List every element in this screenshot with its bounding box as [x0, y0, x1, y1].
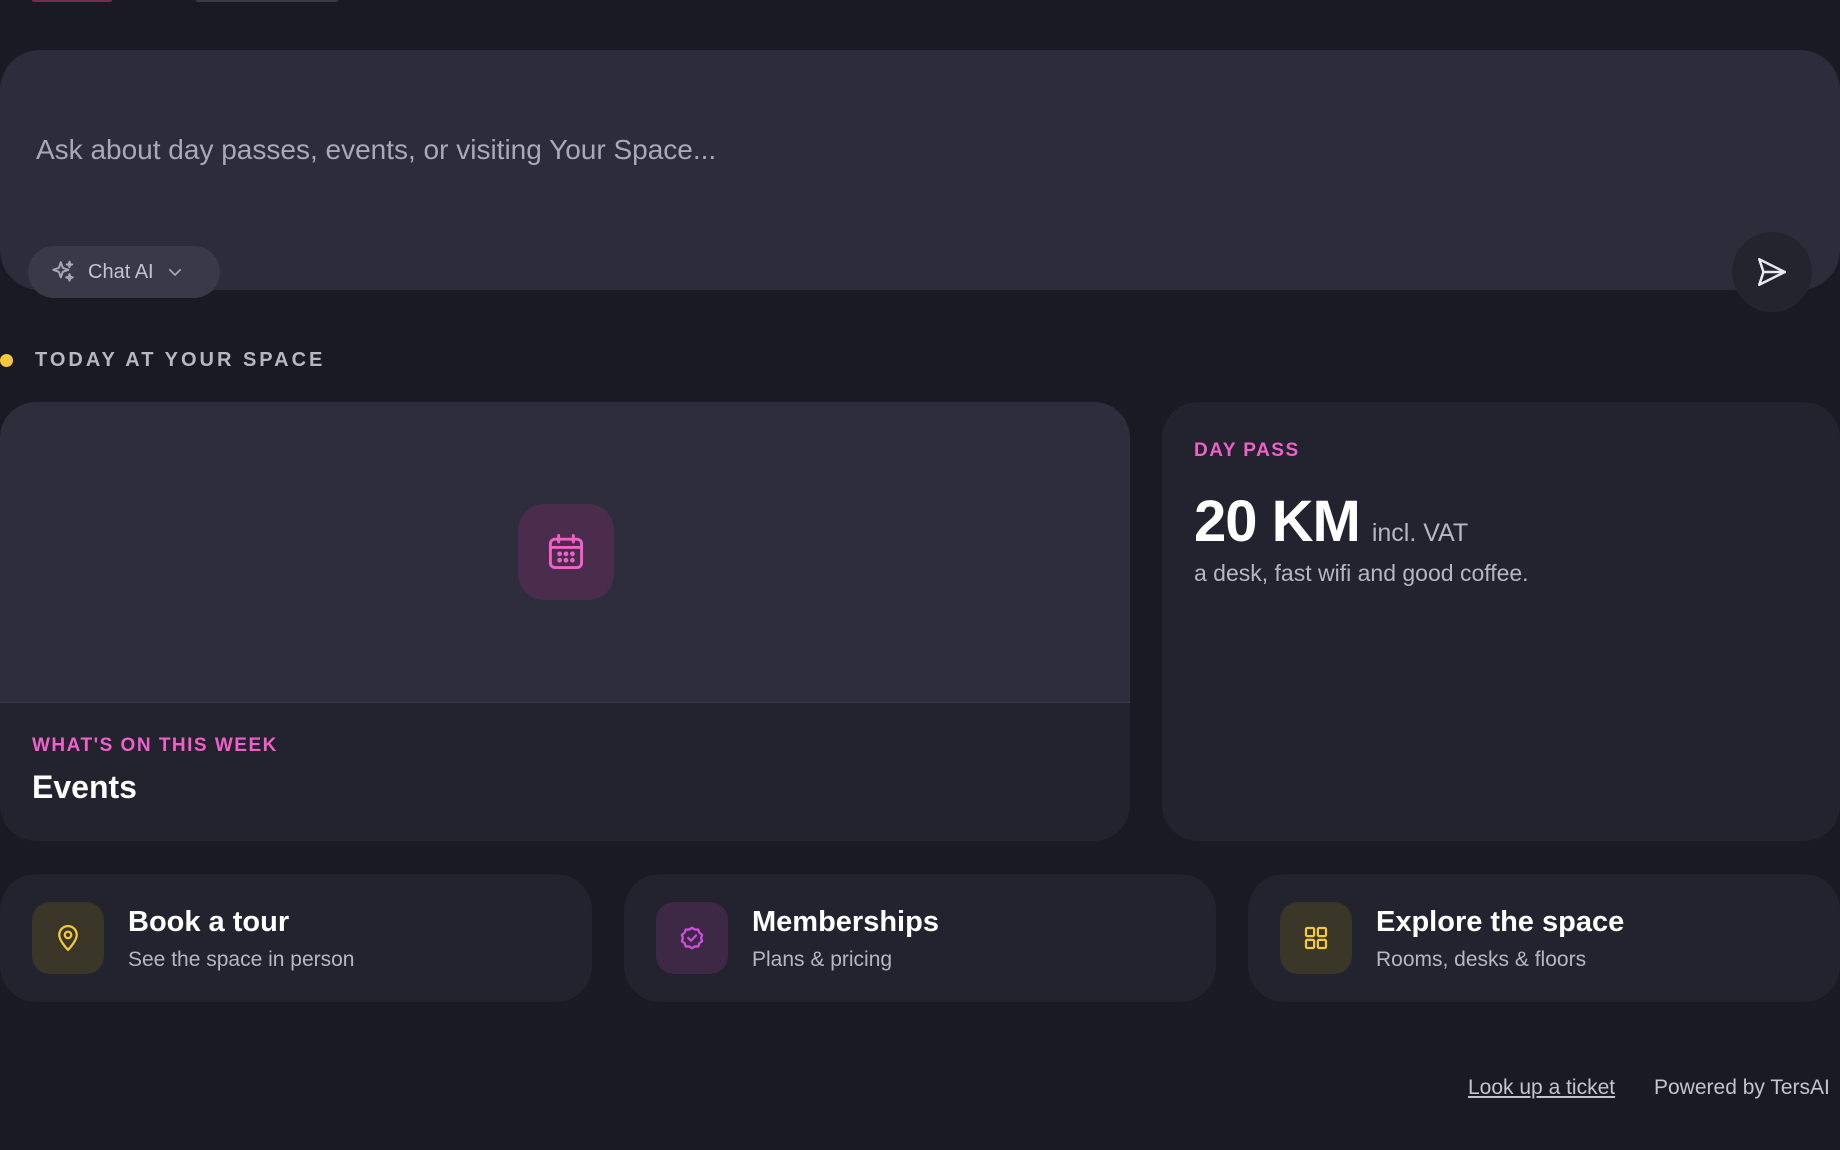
- day-pass-kicker: DAY PASS: [1194, 440, 1300, 461]
- top-tab-stub-grey: [196, 0, 338, 2]
- map-pin-icon: [32, 902, 104, 974]
- sparkle-icon: [50, 259, 76, 285]
- memberships-title: Memberships: [752, 906, 939, 938]
- badge-check-icon: [656, 902, 728, 974]
- events-title: Events: [32, 769, 137, 805]
- chat-input[interactable]: [36, 134, 1736, 166]
- chat-composer: Chat AI: [0, 50, 1840, 312]
- book-tour-card[interactable]: Book a tour See the space in person: [0, 874, 592, 1002]
- book-tour-subtitle: See the space in person: [128, 948, 355, 971]
- explore-space-title: Explore the space: [1376, 906, 1625, 938]
- day-pass-card[interactable]: DAY PASS 20 KM incl. VAT a desk, fast wi…: [1162, 402, 1840, 841]
- events-kicker: WHAT'S ON THIS WEEK: [32, 735, 278, 756]
- explore-space-subtitle: Rooms, desks & floors: [1376, 948, 1587, 971]
- top-tab-stub-pink: [32, 0, 112, 2]
- send-button[interactable]: [1732, 232, 1812, 312]
- events-hero: [0, 402, 1130, 703]
- send-icon: [1755, 255, 1789, 289]
- look-up-ticket-link[interactable]: Look up a ticket: [1468, 1076, 1615, 1100]
- section-title: TODAY AT YOUR SPACE: [35, 348, 326, 371]
- explore-space-card[interactable]: Explore the space Rooms, desks & floors: [1248, 874, 1840, 1002]
- day-pass-description: a desk, fast wifi and good coffee.: [1194, 560, 1529, 586]
- model-selector[interactable]: Chat AI: [28, 246, 220, 298]
- day-pass-price: 20 KM: [1194, 489, 1361, 554]
- memberships-subtitle: Plans & pricing: [752, 948, 893, 971]
- day-pass-price-row: 20 KM incl. VAT: [1194, 488, 1468, 555]
- model-selector-label: Chat AI: [88, 260, 154, 283]
- calendar-icon: [518, 504, 614, 600]
- section-heading: TODAY AT YOUR SPACE: [0, 348, 325, 372]
- powered-by-text: Powered by TersAI: [1654, 1076, 1830, 1099]
- memberships-card[interactable]: Memberships Plans & pricing: [624, 874, 1216, 1002]
- book-tour-title: Book a tour: [128, 906, 290, 938]
- chevron-down-icon: [166, 263, 184, 281]
- events-text: WHAT'S ON THIS WEEK Events: [32, 735, 278, 806]
- day-pass-vat-note: incl. VAT: [1371, 519, 1469, 547]
- status-dot: [0, 353, 13, 367]
- grid-icon: [1280, 902, 1352, 974]
- events-card[interactable]: WHAT'S ON THIS WEEK Events: [0, 402, 1130, 841]
